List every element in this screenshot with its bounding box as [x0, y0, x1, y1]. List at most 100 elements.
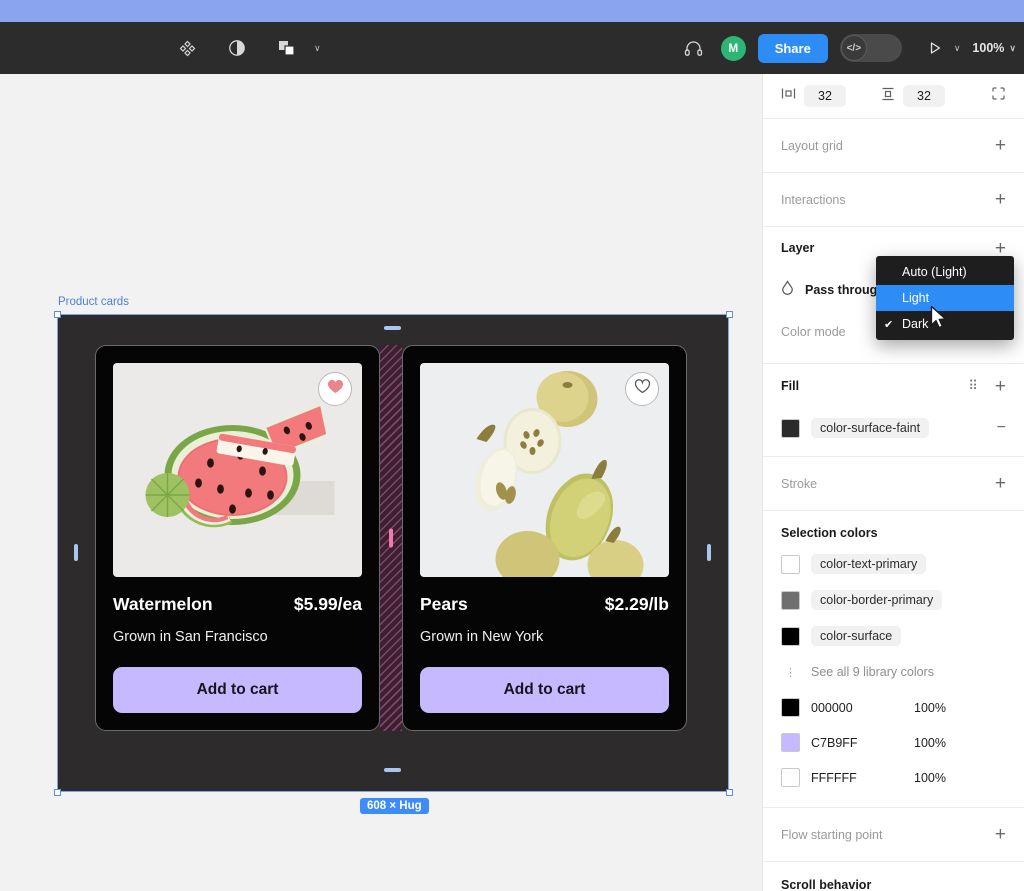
selection-color-swatch[interactable]: [781, 590, 800, 610]
dropdown-option-auto-light[interactable]: Auto (Light): [876, 259, 1014, 285]
stroke-section: Stroke +: [763, 457, 1024, 511]
padding-handle-top[interactable]: [384, 326, 401, 330]
raw-color-swatch[interactable]: [781, 733, 800, 752]
zoom-control[interactable]: 100% ∨: [972, 41, 1016, 55]
gap-drag-handle[interactable]: [389, 528, 393, 548]
add-fill-button[interactable]: +: [995, 377, 1006, 396]
raw-color-hex[interactable]: 000000: [811, 701, 903, 715]
scroll-behavior-title: Scroll behavior: [781, 878, 872, 891]
add-flow-starting-point-button[interactable]: +: [995, 825, 1006, 844]
blend-mode-icon: [781, 280, 794, 300]
add-layer-effect-button[interactable]: +: [995, 239, 1006, 258]
layout-grid-section: Layout grid +: [763, 119, 1024, 173]
dropdown-option-label: Auto (Light): [902, 265, 967, 279]
dropdown-option-light[interactable]: Light: [876, 285, 1014, 311]
padding-handle-right[interactable]: [707, 544, 711, 561]
selection-color-swatch[interactable]: [781, 626, 800, 646]
selection-handle-tl[interactable]: [54, 311, 61, 318]
horizontal-padding-control[interactable]: 32: [781, 85, 881, 107]
dropdown-option-label: Dark: [902, 317, 929, 331]
raw-color-swatch[interactable]: [781, 768, 800, 787]
product-origin: Grown in San Francisco: [113, 629, 268, 645]
selection-color-name[interactable]: color-surface: [811, 626, 902, 646]
fill-styles-icon[interactable]: ⠿: [968, 379, 979, 393]
add-to-cart-button[interactable]: Add to cart: [113, 667, 362, 713]
dev-mode-toggle[interactable]: </>: [839, 34, 902, 62]
color-mode-label: Color mode: [781, 325, 846, 339]
raw-color-opacity[interactable]: 100%: [914, 771, 946, 785]
product-title: Pears: [420, 594, 468, 614]
shape-tool-caret[interactable]: ∨: [314, 43, 321, 54]
design-canvas[interactable]: Product cards Watermelon $5.99/ea Grown …: [0, 74, 762, 891]
add-stroke-button[interactable]: +: [995, 474, 1006, 493]
auto-layout-gap-indicator[interactable]: [380, 345, 402, 731]
move-tool-button[interactable]: [172, 33, 202, 63]
selection-color-item[interactable]: color-border-primary: [781, 582, 1006, 618]
individual-padding-icon[interactable]: [991, 86, 1006, 106]
shape-tool-button[interactable]: [272, 33, 302, 63]
move-diamond-icon: [179, 40, 196, 57]
fill-swatch[interactable]: [781, 418, 800, 438]
fill-item[interactable]: color-surface-faint −: [781, 408, 1006, 448]
layer-title: Layer: [781, 241, 815, 255]
share-button[interactable]: Share: [757, 33, 828, 63]
remove-fill-button[interactable]: −: [997, 419, 1006, 437]
selection-color-item[interactable]: color-surface: [781, 618, 1006, 654]
product-cards-frame[interactable]: Watermelon $5.99/ea Grown in San Francis…: [58, 315, 728, 791]
selection-color-swatch[interactable]: [781, 554, 800, 574]
product-price: $5.99/ea: [293, 594, 362, 614]
dropdown-check-icon: ✔: [884, 318, 894, 331]
selection-colors-title: Selection colors: [781, 526, 878, 540]
add-to-cart-button[interactable]: Add to cart: [420, 667, 669, 713]
present-button[interactable]: [920, 33, 950, 63]
raw-color-item[interactable]: C7B9FF 100%: [781, 725, 1006, 760]
present-caret[interactable]: ∨: [954, 43, 961, 54]
dev-mode-knob: </>: [840, 35, 867, 61]
product-card[interactable]: Watermelon $5.99/ea Grown in San Francis…: [95, 345, 380, 731]
heart-filled-icon: [327, 379, 344, 399]
selection-color-name[interactable]: color-text-primary: [811, 554, 927, 574]
selection-color-item[interactable]: color-text-primary: [781, 546, 1006, 582]
frame-name-label[interactable]: Product cards: [58, 296, 129, 308]
add-layout-grid-button[interactable]: +: [995, 136, 1006, 155]
scroll-behavior-section: Scroll behavior: [763, 862, 1024, 891]
padding-handle-left[interactable]: [74, 544, 78, 561]
avatar[interactable]: M: [720, 35, 746, 61]
raw-color-item[interactable]: FFFFFF 100%: [781, 760, 1006, 795]
vertical-padding-value[interactable]: 32: [903, 85, 945, 107]
product-card[interactable]: Pears $2.29/lb Grown in New York Add to …: [402, 345, 687, 731]
product-title: Watermelon: [113, 594, 213, 614]
fill-variable-name[interactable]: color-surface-faint: [811, 418, 930, 438]
raw-color-swatch[interactable]: [781, 698, 800, 717]
horizontal-padding-value[interactable]: 32: [804, 85, 846, 107]
raw-color-opacity[interactable]: 100%: [914, 701, 946, 715]
selection-handle-br[interactable]: [726, 789, 733, 796]
add-interaction-button[interactable]: +: [995, 190, 1006, 209]
play-triangle-icon: [928, 41, 942, 55]
product-image: [420, 363, 669, 577]
figma-editor-window: ∨ M Share </> ∨ 100% ∨ Product cards Wat…: [0, 0, 1024, 891]
raw-color-hex[interactable]: FFFFFF: [811, 771, 903, 785]
flow-starting-point-title: Flow starting point: [781, 827, 883, 842]
favorite-button[interactable]: [318, 372, 352, 406]
vertical-padding-control[interactable]: 32: [881, 85, 981, 107]
favorite-button[interactable]: [625, 372, 659, 406]
raw-color-opacity[interactable]: 100%: [914, 736, 946, 750]
card-header: Pears $2.29/lb: [420, 594, 669, 615]
horizontal-padding-icon: [781, 87, 796, 105]
mask-tool-button[interactable]: [222, 33, 252, 63]
fill-title: Fill: [781, 379, 800, 393]
see-all-library-colors-row[interactable]: ⋮ See all 9 library colors: [781, 654, 1006, 690]
selection-handle-bl[interactable]: [54, 789, 61, 796]
audio-button[interactable]: [679, 33, 709, 63]
selection-color-name[interactable]: color-border-primary: [811, 590, 943, 610]
product-price: $2.29/lb: [604, 594, 669, 614]
raw-color-hex[interactable]: C7B9FF: [811, 736, 903, 750]
selection-handle-tr[interactable]: [726, 311, 733, 318]
dropdown-option-dark[interactable]: ✔ Dark: [876, 311, 1014, 337]
raw-color-item[interactable]: 000000 100%: [781, 690, 1006, 725]
color-mode-dropdown[interactable]: Auto (Light) Light ✔ Dark: [876, 256, 1014, 340]
padding-handle-bottom[interactable]: [384, 768, 401, 772]
see-all-library-colors-label[interactable]: See all 9 library colors: [811, 665, 934, 679]
selection-size-badge: 608 × Hug: [360, 798, 429, 814]
